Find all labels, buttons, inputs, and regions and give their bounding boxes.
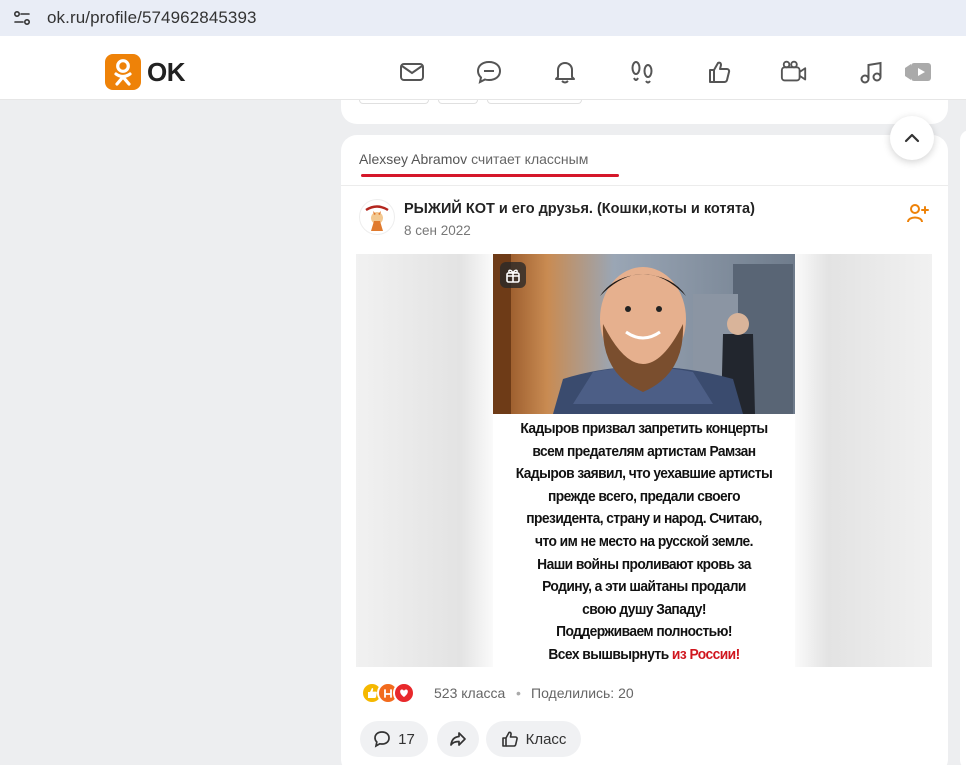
right-column-edge [960, 130, 966, 765]
video-play-icon[interactable] [903, 58, 933, 86]
browser-address-bar: ok.ru/profile/574962845393 [0, 0, 966, 38]
liked-by-user[interactable]: Alexsey Abramov [359, 151, 467, 167]
separator-dot: • [516, 685, 521, 701]
photo: Кадыров призвал запретить концерты всем … [493, 254, 795, 667]
caption-line-last: Всех вышвырнуть из России! [505, 644, 783, 667]
discussions-icon[interactable] [475, 58, 503, 86]
comment-count: 17 [398, 730, 415, 748]
caption-line: Поддерживаем полностью! [556, 623, 732, 641]
group-name[interactable]: РЫЖИЙ КОТ и его друзья. (Кошки,коты и ко… [404, 201, 755, 217]
post-image[interactable]: Кадыров призвал запретить концерты всем … [356, 254, 932, 667]
caption-line: Родину, а эти шайтаны продали [542, 578, 746, 596]
music-icon[interactable] [857, 58, 885, 86]
chevron-up-icon [904, 133, 920, 143]
ok-logo[interactable]: OK [105, 54, 186, 90]
post-date[interactable]: 8 сен 2022 [404, 223, 471, 238]
group-avatar[interactable] [359, 199, 395, 235]
red-underline-annotation [361, 174, 619, 177]
previous-post-button[interactable] [359, 100, 429, 104]
shares-count[interactable]: Поделились: 20 [531, 685, 634, 701]
notifications-icon[interactable] [551, 58, 579, 86]
photo-portrait [493, 254, 795, 414]
previous-post-bottom [341, 100, 948, 124]
liked-by-text: Alexsey Abramov считает классным [359, 151, 588, 167]
url-text[interactable]: ok.ru/profile/574962845393 [47, 8, 257, 28]
previous-post-button[interactable] [438, 100, 478, 104]
likes-icon[interactable] [705, 58, 733, 86]
logo-text: OK [147, 56, 186, 87]
caption-line: прежде всего, предали своего [547, 487, 741, 505]
comment-icon [374, 731, 391, 748]
url-box[interactable]: ok.ru/profile/574962845393 [0, 0, 966, 36]
ok-logo-icon [105, 54, 141, 90]
liked-by-suffix: считает классным [471, 151, 589, 167]
caption-line: президента, страну и народ. Считаю, [526, 510, 762, 528]
previous-post-button[interactable] [487, 100, 582, 104]
caption-line: Кадыров призвал запретить концерты [520, 420, 768, 437]
caption-line: что им не место на русской земле. [535, 532, 754, 550]
share-icon [450, 732, 466, 746]
join-group-icon[interactable] [907, 202, 929, 224]
mail-icon[interactable] [398, 58, 426, 86]
feed-post: Alexsey Abramov считает классным РЫЖИЙ К… [341, 135, 948, 765]
scroll-to-top-button[interactable] [890, 116, 934, 160]
gift-icon[interactable] [500, 262, 526, 288]
share-button[interactable] [437, 721, 479, 757]
caption-line: Наши войны проливают кровь за [537, 555, 751, 573]
caption-line: Кадыров заявил, что уехавшие артисты [515, 465, 773, 483]
reaction-count[interactable]: 523 класса [434, 685, 505, 701]
caption-last-red: из России! [671, 645, 740, 663]
class-like-button[interactable]: Класс [486, 721, 581, 757]
guests-icon[interactable] [628, 58, 656, 86]
heart-reaction-icon [393, 682, 415, 704]
photo-caption: Кадыров призвал запретить концерты всем … [505, 414, 783, 667]
comment-button[interactable]: 17 [360, 721, 428, 757]
site-header: OK [0, 38, 966, 100]
reaction-icons[interactable] [361, 682, 415, 704]
video-icon[interactable] [780, 58, 808, 86]
caption-line: свою душу Западу! [582, 600, 706, 618]
caption-line: всем предателям артистам Рамзан [532, 442, 756, 460]
divider [341, 185, 948, 186]
thumbs-up-icon [501, 731, 518, 747]
caption-last-black: Всех вышвырнуть [548, 645, 669, 663]
site-info-icon[interactable] [12, 8, 32, 28]
class-label: Класс [525, 730, 567, 748]
